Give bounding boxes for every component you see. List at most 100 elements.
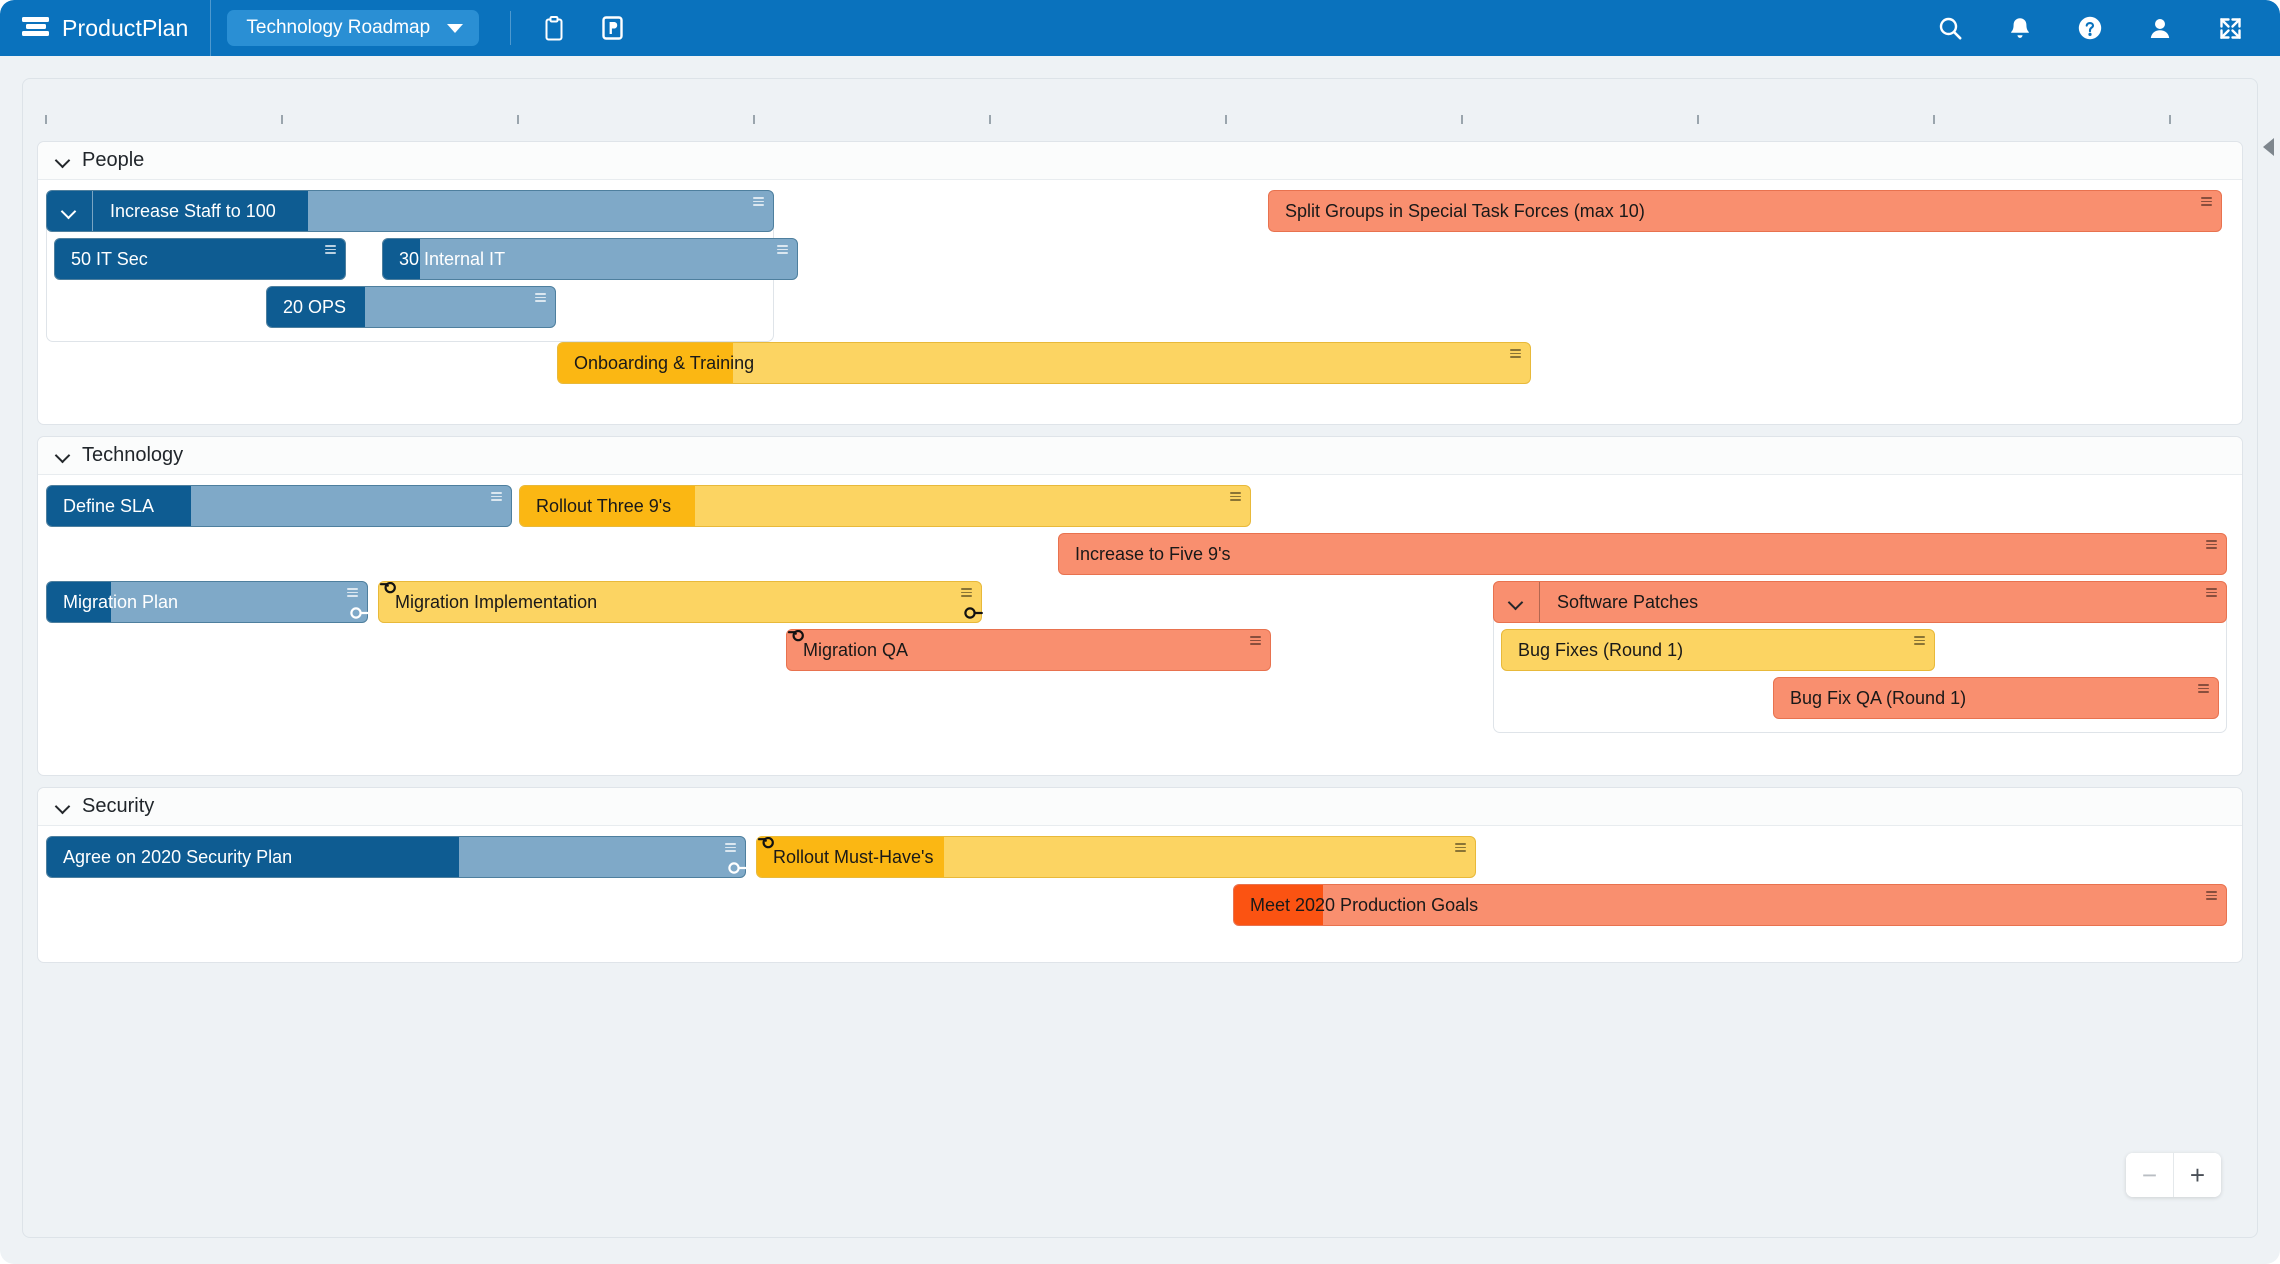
bar-collapse-toggle[interactable] <box>47 191 93 231</box>
bar-agree-on-2020-security-plan[interactable]: Agree on 2020 Security Plan <box>46 836 746 878</box>
search-icon[interactable] <box>1936 13 1964 43</box>
chevron-down-icon[interactable] <box>56 799 71 814</box>
bar-collapse-toggle[interactable] <box>1494 582 1540 622</box>
drag-handle-icon[interactable] <box>1510 349 1521 359</box>
bar-label: Agree on 2020 Security Plan <box>63 847 293 867</box>
zoom-controls: − + <box>2126 1153 2221 1197</box>
parking-lot-icon[interactable] <box>598 13 626 43</box>
productplan-app: ProductPlan Technology Roadmap People In… <box>0 0 2280 1264</box>
timeline-tick <box>2169 115 2171 124</box>
lane-title: Security <box>82 795 155 817</box>
drag-handle-icon[interactable] <box>535 293 546 303</box>
bar-label: Bug Fixes (Round 1) <box>1518 640 1684 660</box>
chevron-down-icon <box>447 23 464 33</box>
bar-migration-qa[interactable]: Migration QA <box>786 629 1271 671</box>
bar-label: Rollout Three 9's <box>536 496 672 516</box>
bar-bug-fix-qa-round-1[interactable]: Bug Fix QA (Round 1) <box>1773 677 2219 719</box>
bar-rollout-three-9s[interactable]: Rollout Three 9's <box>519 485 1251 527</box>
bar-label: Software Patches <box>1557 592 1699 612</box>
lane-title: People <box>82 149 145 171</box>
bar-software-patches[interactable]: Software Patches <box>1493 581 2227 623</box>
bar-label: Rollout Must-Have's <box>773 847 934 867</box>
lane-body-people: Increase Staff to 100 50 IT Sec 30 Interna… <box>38 180 2242 424</box>
lanes-container: People Increase Staff to 100 50 IT Sec 30 I… <box>23 141 2257 963</box>
timeline-tick <box>1697 115 1699 124</box>
drag-handle-icon[interactable] <box>1250 636 1261 646</box>
drag-handle-icon[interactable] <box>2206 588 2217 598</box>
drag-handle-icon[interactable] <box>2206 540 2217 550</box>
bar-split-groups-in-special-task-forces[interactable]: Split Groups in Special Task Forces (max… <box>1268 190 2222 232</box>
roadmap-canvas: People Increase Staff to 100 50 IT Sec 30 I… <box>0 56 2280 1264</box>
chevron-down-icon <box>1509 595 1524 610</box>
bar-50-it-sec[interactable]: 50 IT Sec <box>54 238 346 280</box>
bar-label: 50 IT Sec <box>71 249 148 269</box>
timeline-tick <box>1933 115 1935 124</box>
timeline-tick <box>989 115 991 124</box>
lane-title: Technology <box>82 444 184 466</box>
bell-icon[interactable] <box>2006 13 2034 43</box>
bar-meet-2020-production-goals[interactable]: Meet 2020 Production Goals <box>1233 884 2227 926</box>
bar-increase-to-five-9s[interactable]: Increase to Five 9's <box>1058 533 2227 575</box>
bar-migration-implementation[interactable]: Migration Implementation <box>378 581 982 623</box>
bar-label: Split Groups in Special Task Forces (max… <box>1285 201 1645 221</box>
chevron-down-icon[interactable] <box>56 448 71 463</box>
bar-label: Onboarding & Training <box>574 353 755 373</box>
timeline-tick <box>753 115 755 124</box>
bar-label: Migration QA <box>803 640 909 660</box>
zoom-in-button[interactable]: + <box>2174 1153 2221 1197</box>
drag-handle-icon[interactable] <box>2201 197 2212 207</box>
document-selector[interactable]: Technology Roadmap <box>227 10 480 46</box>
bar-define-sla[interactable]: Define SLA <box>46 485 512 527</box>
lane-security: Security Agree on 2020 Security Plan Rollo… <box>37 787 2243 963</box>
bar-migration-plan[interactable]: Migration Plan <box>46 581 368 623</box>
drag-handle-icon[interactable] <box>491 492 502 502</box>
timeline-tick <box>1225 115 1227 124</box>
toolbar-tools <box>510 11 626 45</box>
topbar-right-tools <box>1936 13 2280 43</box>
bar-label: Increase to Five 9's <box>1075 544 1231 564</box>
bar-onboarding-and-training[interactable]: Onboarding & Training <box>557 342 1531 384</box>
bar-label: 30 Internal IT <box>399 249 506 269</box>
chevron-left-icon[interactable] <box>2263 138 2274 156</box>
drag-handle-icon[interactable] <box>961 588 972 598</box>
bar-label: Meet 2020 Production Goals <box>1250 895 1479 915</box>
top-bar: ProductPlan Technology Roadmap <box>0 0 2280 56</box>
bar-rollout-must-haves[interactable]: Rollout Must-Have's <box>756 836 1476 878</box>
drag-handle-icon[interactable] <box>725 843 736 853</box>
lane-header-technology: Technology <box>38 437 2242 475</box>
bar-label: Increase Staff to 100 <box>110 201 276 221</box>
lane-header-people: People <box>38 142 2242 180</box>
topbar-divider <box>210 0 212 56</box>
drag-handle-icon[interactable] <box>325 245 336 255</box>
drag-handle-icon[interactable] <box>777 245 788 255</box>
clipboard-icon[interactable] <box>540 13 568 43</box>
bar-label: Migration Plan <box>63 592 179 612</box>
bar-bug-fixes-round-1[interactable]: Bug Fixes (Round 1) <box>1501 629 1935 671</box>
timeline-tick <box>1461 115 1463 124</box>
zoom-out-button[interactable]: − <box>2126 1153 2173 1197</box>
bar-label: Define SLA <box>63 496 155 516</box>
chevron-down-icon[interactable] <box>56 153 71 168</box>
drag-handle-icon[interactable] <box>2206 891 2217 901</box>
bar-label: Migration Implementation <box>395 592 598 612</box>
drag-handle-icon[interactable] <box>347 588 358 598</box>
bar-increase-staff-to-100[interactable]: Increase Staff to 100 <box>46 190 774 232</box>
timeline-ruler <box>23 79 2257 141</box>
drag-handle-icon[interactable] <box>1230 492 1241 502</box>
help-icon[interactable] <box>2076 13 2104 43</box>
bar-30-internal-it[interactable]: 30 Internal IT <box>382 238 798 280</box>
user-icon[interactable] <box>2146 13 2174 43</box>
lane-header-security: Security <box>38 788 2242 826</box>
roadmap-board: People Increase Staff to 100 50 IT Sec 30 I… <box>22 78 2258 1238</box>
timeline-tick <box>45 115 47 124</box>
brand[interactable]: ProductPlan <box>0 0 210 56</box>
chevron-down-icon <box>62 204 77 219</box>
drag-handle-icon[interactable] <box>1455 843 1466 853</box>
bar-20-ops[interactable]: 20 OPS <box>266 286 556 328</box>
drag-handle-icon[interactable] <box>2198 684 2209 694</box>
drag-handle-icon[interactable] <box>753 197 764 207</box>
productplan-stack-logo-icon <box>22 16 49 40</box>
drag-handle-icon[interactable] <box>1914 636 1925 646</box>
timeline-tick <box>281 115 283 124</box>
expand-icon[interactable] <box>2216 13 2244 43</box>
